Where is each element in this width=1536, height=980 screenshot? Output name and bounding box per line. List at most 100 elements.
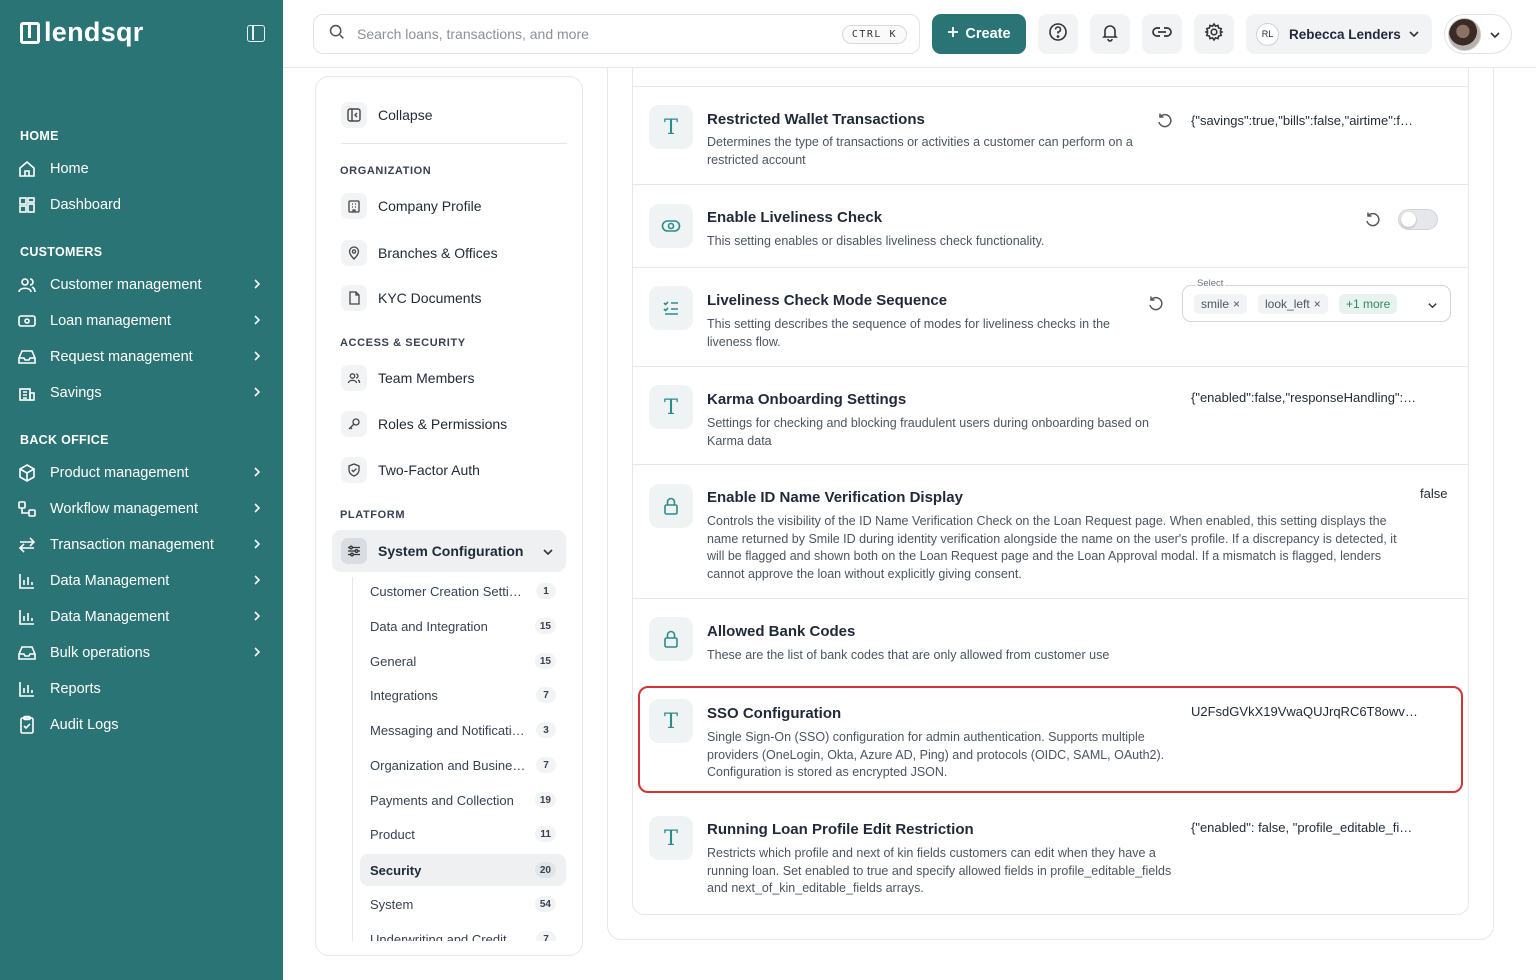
nav-item-bulk-operations[interactable]: Bulk operations (16, 638, 268, 668)
settings-item-company-profile[interactable]: Company Profile (341, 193, 482, 219)
reset-icon[interactable] (1364, 211, 1382, 229)
sub-item-label: Customer Creation Setti… (370, 583, 522, 599)
setting-value[interactable]: {"savings":true,"bills":false,"airtime":… (1191, 113, 1441, 128)
sub-item-organization-business[interactable]: Organization and Busine… 7 (360, 749, 566, 781)
banknote-icon (16, 310, 38, 332)
nav-item-transaction-management[interactable]: Transaction management (16, 530, 268, 560)
sub-item-label: Messaging and Notificati… (370, 722, 525, 738)
nav-item-loan-management[interactable]: Loan management (16, 306, 268, 336)
lock-type-icon (649, 617, 693, 661)
chevron-right-icon (251, 502, 263, 518)
selected-row-highlight (638, 686, 1463, 793)
sub-item-label: Integrations (370, 687, 438, 703)
lock-type-icon (649, 484, 693, 528)
chip-label: smile (1201, 297, 1230, 311)
collapse-sidebar-icon[interactable] (247, 25, 265, 42)
link-button[interactable] (1142, 14, 1182, 54)
eye-toggle-type-icon (649, 204, 693, 248)
settings-item-label: System Configuration (378, 543, 524, 559)
collapse-panel-button[interactable]: Collapse (341, 102, 432, 128)
nav-item-reports[interactable]: Reports (16, 674, 268, 704)
settings-item-system-configuration[interactable]: System Configuration (332, 530, 566, 572)
dashboard-icon (16, 194, 38, 216)
sub-item-label: General (370, 653, 417, 669)
liveliness-toggle[interactable] (1398, 209, 1438, 230)
setting-title: Running Loan Profile Edit Restriction (707, 821, 974, 838)
sub-item-label: Product (370, 826, 415, 842)
sub-item-product[interactable]: Product 11 (360, 818, 566, 850)
sub-item-messaging[interactable]: Messaging and Notificati… 3 (360, 714, 566, 746)
clipboard-check-icon (16, 714, 38, 736)
nav-item-dashboard[interactable]: Dashboard (16, 190, 268, 220)
create-button[interactable]: Create (932, 14, 1026, 54)
chip-more[interactable]: +1 more (1339, 294, 1398, 314)
chevron-right-icon (251, 538, 263, 554)
nav-item-customer-management[interactable]: Customer management (16, 270, 268, 300)
chevron-right-icon (251, 610, 263, 626)
nav-item-label: Bulk operations (50, 645, 150, 661)
sub-item-payments-collection[interactable]: Payments and Collection 19 (360, 784, 566, 816)
nav-item-label: Customer management (50, 277, 202, 293)
count-badge: 19 (534, 792, 556, 808)
help-icon (1048, 22, 1068, 47)
remove-chip-icon[interactable]: × (1314, 297, 1321, 311)
user-menu-button[interactable]: RL Rebecca Lenders (1246, 14, 1432, 54)
setting-description: Determines the type of transactions or a… (707, 135, 1133, 167)
sub-item-data-integration[interactable]: Data and Integration 15 (360, 610, 566, 642)
select-label: Select (1195, 278, 1226, 289)
setting-description: Controls the visibility of the ID Name V… (707, 514, 1397, 581)
chevron-right-icon (251, 574, 263, 590)
settings-button[interactable] (1194, 14, 1234, 54)
create-button-label: Create (965, 26, 1011, 42)
sub-item-label: System (370, 896, 414, 912)
setting-value[interactable]: false (1420, 486, 1460, 501)
settings-item-two-factor-auth[interactable]: Two-Factor Auth (341, 457, 480, 483)
chevron-right-icon (251, 646, 263, 662)
help-button[interactable] (1038, 14, 1078, 54)
count-badge: 7 (536, 931, 556, 941)
settings-item-team-members[interactable]: Team Members (341, 365, 474, 391)
sub-item-security[interactable]: Security 20 (360, 854, 566, 886)
settings-item-kyc-documents[interactable]: KYC Documents (341, 285, 481, 311)
nav-item-data-management[interactable]: Data Management (16, 566, 268, 596)
remove-chip-icon[interactable]: × (1233, 297, 1240, 311)
settings-item-label: KYC Documents (378, 290, 482, 306)
nav-item-audit-logs[interactable]: Audit Logs (16, 710, 268, 740)
search-input[interactable]: Search loans, transactions, and more (357, 26, 589, 42)
collapse-icon (341, 102, 367, 128)
mode-sequence-select[interactable]: Select smile × look_left × +1 more (1182, 278, 1451, 322)
nav-item-savings[interactable]: Savings (16, 378, 268, 408)
settings-item-roles-permissions[interactable]: Roles & Permissions (341, 411, 507, 437)
sub-item-integrations[interactable]: Integrations 7 (360, 679, 566, 711)
nav-item-request-management[interactable]: Request management (16, 342, 268, 372)
nav-item-label: Workflow management (50, 501, 199, 517)
chip-smile[interactable]: smile × (1194, 294, 1248, 314)
reset-icon[interactable] (1156, 112, 1174, 130)
nav-item-product-management[interactable]: Product management (16, 458, 268, 488)
nav-item-label: Loan management (50, 313, 171, 329)
sub-item-general[interactable]: General 15 (360, 645, 566, 677)
setting-description: Restricts which profile and next of kin … (707, 846, 1172, 895)
count-badge: 15 (534, 653, 556, 669)
global-search[interactable]: Search loans, transactions, and more CTR… (313, 14, 920, 54)
avatar (1448, 17, 1481, 51)
nav-item-data-management-2[interactable]: Data Management (16, 602, 268, 632)
nav-item-workflow-management[interactable]: Workflow management (16, 494, 268, 524)
reset-icon[interactable] (1147, 295, 1165, 313)
setting-value[interactable]: {"enabled": false, "profile_editable_fi… (1191, 820, 1441, 835)
setting-value[interactable]: {"enabled":false,"responseHandling":… (1191, 390, 1441, 405)
profile-avatar-button[interactable] (1444, 14, 1512, 54)
sub-item-customer-creation[interactable]: Customer Creation Setti… 1 (360, 575, 566, 607)
nav-item-home[interactable]: Home (16, 154, 268, 184)
sub-item-label: Payments and Collection (370, 792, 514, 808)
nav-section-customers: CUSTOMERS (20, 245, 103, 259)
setting-row-id-name-verification: Enable ID Name Verification Display Cont… (633, 465, 1468, 599)
lendsqr-logo[interactable]: lendsqr (20, 17, 144, 48)
settings-item-branches[interactable]: Branches & Offices (341, 240, 498, 266)
search-icon (328, 23, 345, 45)
notifications-button[interactable] (1090, 14, 1130, 54)
chip-look-left[interactable]: look_left × (1258, 294, 1328, 314)
list-check-type-icon (649, 286, 693, 330)
sub-item-underwriting-credit[interactable]: Underwriting and Credit 7 (360, 923, 566, 941)
sub-item-system[interactable]: System 54 (360, 888, 566, 920)
